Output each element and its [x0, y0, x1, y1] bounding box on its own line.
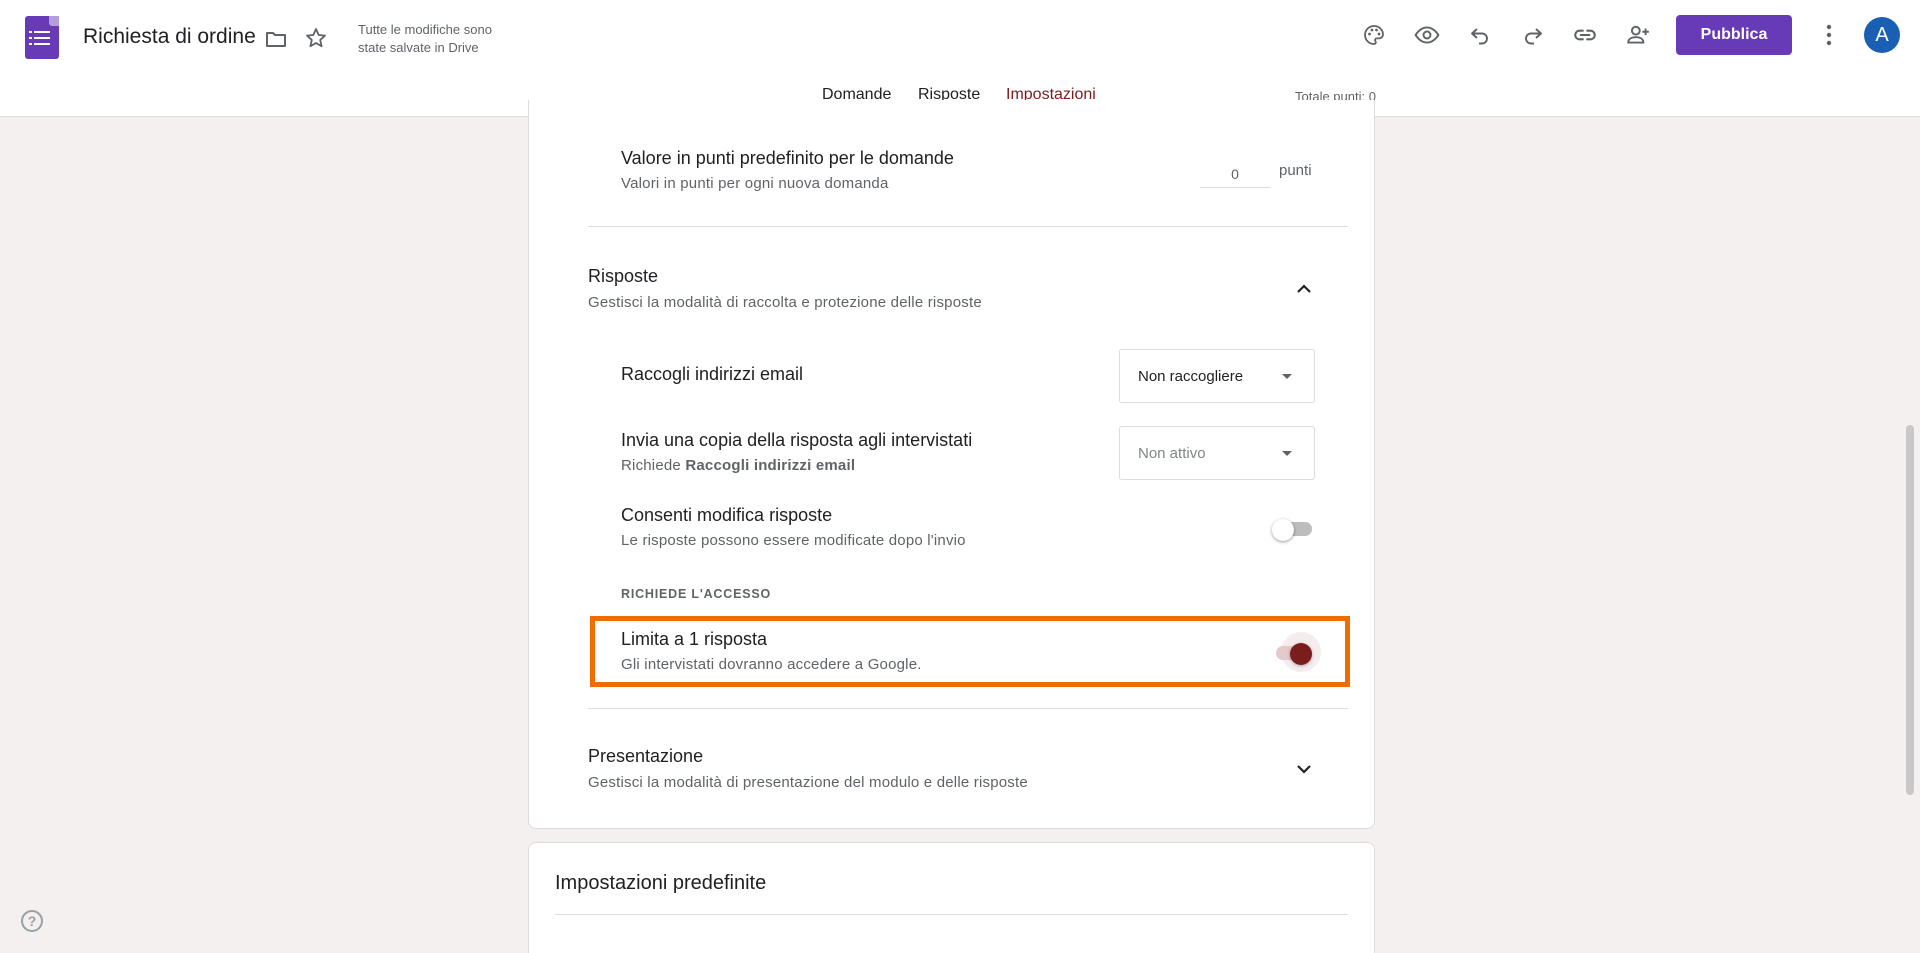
divider	[588, 708, 1348, 709]
palette-icon[interactable]	[1360, 21, 1388, 49]
avatar[interactable]: A	[1864, 17, 1900, 53]
allow-edit-title: Consenti modifica risposte	[621, 505, 833, 525]
redo-icon[interactable]	[1519, 21, 1547, 49]
requires-login-label: RICHIEDE L'ACCESSO	[621, 587, 772, 601]
save-status: Tutte le modifiche sono state salvate in…	[358, 21, 518, 57]
default-points-input[interactable]: 0	[1200, 160, 1270, 188]
send-copy-value: Non attivo	[1138, 444, 1206, 462]
collapse-chevron-up-icon[interactable]	[1292, 279, 1316, 299]
add-collaborator-icon[interactable]	[1624, 21, 1652, 49]
send-copy-select[interactable]: Non attivo	[1119, 426, 1315, 480]
points-unit-label: punti	[1279, 162, 1312, 179]
toggle-thumb	[1272, 519, 1294, 541]
undo-icon[interactable]	[1466, 21, 1494, 49]
default-settings-title: Impostazioni predefinite	[555, 872, 767, 894]
default-points-title: Valore in punti predefinito per le doman…	[621, 148, 954, 168]
save-status-line1: Tutte le modifiche sono	[358, 22, 492, 37]
collect-email-select[interactable]: Non raccogliere	[1119, 349, 1315, 403]
collect-email-title: Raccogli indirizzi email	[621, 364, 804, 384]
divider	[555, 914, 1348, 915]
scrollbar-thumb[interactable]	[1906, 425, 1914, 795]
send-copy-sub-prefix: Richiede	[621, 457, 686, 474]
document-title[interactable]: Richiesta di ordine	[83, 25, 256, 49]
responses-section-title[interactable]: Risposte	[588, 266, 658, 287]
forms-logo-icon[interactable]	[25, 16, 59, 59]
divider	[588, 226, 1348, 227]
link-icon[interactable]	[1571, 21, 1599, 49]
responses-section-subtitle: Gestisci la modalità di raccolta e prote…	[588, 294, 982, 311]
expand-chevron-down-icon[interactable]	[1292, 759, 1316, 779]
send-copy-title: Invia una copia della risposta agli inte…	[621, 430, 973, 450]
more-options-icon[interactable]	[1815, 21, 1843, 49]
presentation-section-subtitle: Gestisci la modalità di presentazione de…	[588, 774, 1028, 791]
allow-edit-subtitle: Le risposte possono essere modificate do…	[621, 532, 966, 549]
preview-eye-icon[interactable]	[1413, 21, 1441, 49]
highlight-box	[590, 616, 1350, 687]
default-settings-card	[528, 842, 1375, 953]
help-icon[interactable]: ?	[21, 910, 43, 932]
dropdown-arrow-icon	[1282, 374, 1292, 379]
star-icon[interactable]	[303, 25, 329, 51]
save-status-line2: state salvate in Drive	[358, 40, 479, 55]
collect-email-value: Non raccogliere	[1138, 367, 1244, 385]
publish-button[interactable]: Pubblica	[1676, 15, 1792, 55]
send-copy-sub-bold: Raccogli indirizzi email	[685, 457, 856, 474]
default-points-subtitle: Valori in punti per ogni nuova domanda	[621, 175, 889, 192]
move-to-folder-icon[interactable]	[263, 26, 289, 52]
presentation-section-title[interactable]: Presentazione	[588, 746, 703, 767]
send-copy-subtitle: Richiede Raccogli indirizzi email	[621, 457, 855, 474]
dropdown-arrow-icon	[1282, 451, 1292, 456]
allow-edit-toggle[interactable]	[1272, 517, 1312, 541]
